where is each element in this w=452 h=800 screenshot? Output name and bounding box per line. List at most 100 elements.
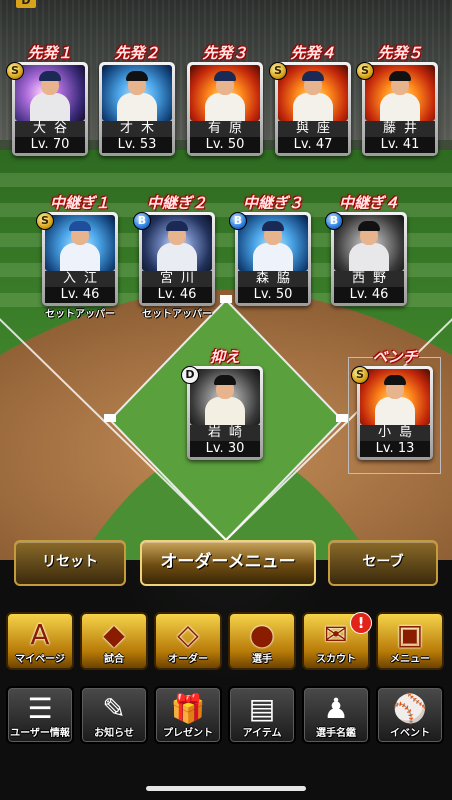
nav-label: オーダー: [168, 654, 208, 665]
player-photo: [365, 65, 435, 121]
rank-badge: S: [351, 366, 369, 384]
role-note: セットアッパー: [45, 309, 115, 320]
player-photo: [278, 65, 348, 121]
player-name: 藤井: [365, 121, 435, 137]
nav-user-info[interactable]: ☰ ユーザー情報: [6, 686, 74, 744]
slot-closer[interactable]: 抑え D 岩崎 Lv. 30: [181, 348, 265, 460]
player-card[interactable]: S 入江 Lv. 46: [36, 212, 118, 306]
player-name: 西野: [334, 271, 404, 287]
player-level: Lv. 47: [278, 137, 348, 153]
player-card[interactable]: B 森脇 Lv. 50: [229, 212, 311, 306]
player-level: Lv. 50: [190, 137, 260, 153]
slot-reliever-1[interactable]: 中継ぎ１ S 入江 Lv. 46 セットアッパー: [36, 194, 120, 321]
nav-present[interactable]: 🎁 プレゼント: [154, 686, 222, 744]
nav-item[interactable]: ▤ アイテム: [228, 686, 296, 744]
player-photo: [190, 369, 260, 425]
nav-players[interactable]: ● 選手: [228, 612, 296, 670]
slot-bench[interactable]: ベンチ S 小島 Lv. 13: [351, 348, 435, 460]
nav-match[interactable]: ◆ 試合: [80, 612, 148, 670]
slot-label: 先発１: [27, 44, 73, 62]
mypage-icon: A: [30, 618, 50, 651]
nav-mypage[interactable]: A マイページ: [6, 612, 74, 670]
player-name: 岩崎: [190, 425, 260, 441]
nav-label: スカウト: [316, 654, 356, 665]
slot-reliever-3[interactable]: 中継ぎ３ B 森脇 Lv. 50: [229, 194, 313, 306]
nav-event[interactable]: ⚾ イベント: [376, 686, 444, 744]
player-card[interactable]: S 小島 Lv. 13: [351, 366, 433, 460]
player-photo: [334, 215, 404, 271]
slot-label: ベンチ: [372, 348, 418, 366]
nav-label: ユーザー情報: [10, 728, 70, 739]
player-photo: [238, 215, 308, 271]
nav-label: メニュー: [390, 654, 430, 665]
player-name: 森脇: [238, 271, 308, 287]
rank-badge: S: [36, 212, 54, 230]
slot-label: 先発２: [114, 44, 160, 62]
player-level: Lv. 46: [334, 287, 404, 303]
stadium-icon: ◆: [103, 618, 125, 651]
order-screen: D 先発１ S 大谷 Lv. 70 先発２ 才木 Lv. 53 先発３ 有原 L…: [0, 0, 452, 800]
player-card[interactable]: S 藤井 Lv. 41: [356, 62, 438, 156]
player-card[interactable]: B 宮川 Lv. 46: [133, 212, 215, 306]
player-card[interactable]: D 岩崎 Lv. 30: [181, 366, 263, 460]
save-button[interactable]: セーブ: [328, 540, 438, 586]
player-level: Lv. 46: [45, 287, 115, 303]
rank-badge: B: [229, 212, 247, 230]
player-name: 入江: [45, 271, 115, 287]
player-card[interactable]: 才木 Lv. 53: [99, 62, 175, 156]
slot-label: 中継ぎ４: [338, 194, 399, 212]
news-icon: ✎: [102, 692, 126, 725]
player-photo: [360, 369, 430, 425]
slot-label: 先発５: [377, 44, 423, 62]
rank-badge: S: [6, 62, 24, 80]
player-card[interactable]: S 大谷 Lv. 70: [6, 62, 88, 156]
slot-label: 中継ぎ２: [146, 194, 207, 212]
player-name: 宮川: [142, 271, 212, 287]
player-level: Lv. 30: [190, 441, 260, 457]
primary-nav: A マイページ ◆ 試合 ◇ オーダー ● 選手 ✉ スカウト ▣ メニュー: [0, 612, 452, 674]
slot-reliever-4[interactable]: 中継ぎ４ B 西野 Lv. 46: [325, 194, 409, 306]
scout-alert-badge: !: [350, 612, 372, 634]
slot-starter-1[interactable]: 先発１ S 大谷 Lv. 70: [6, 44, 90, 156]
order-menu-button[interactable]: オーダーメニュー: [140, 540, 316, 586]
slot-starter-3[interactable]: 先発３ 有原 Lv. 50: [185, 44, 265, 156]
nav-label: 選手: [252, 654, 272, 665]
player-card[interactable]: 有原 Lv. 50: [187, 62, 263, 156]
role-note: セットアッパー: [142, 309, 212, 320]
nav-menu[interactable]: ▣ メニュー: [376, 612, 444, 670]
player-name: 有原: [190, 121, 260, 137]
diamond-icon: ◇: [177, 618, 199, 651]
reset-button[interactable]: リセット: [14, 540, 126, 586]
nav-label: お知らせ: [94, 728, 134, 739]
nav-news[interactable]: ✎ お知らせ: [80, 686, 148, 744]
gift-icon: 🎁: [170, 692, 206, 725]
slot-starter-5[interactable]: 先発５ S 藤井 Lv. 41: [356, 44, 440, 156]
slot-starter-4[interactable]: 先発４ S 與座 Lv. 47: [269, 44, 353, 156]
player-photo: [142, 215, 212, 271]
player-card[interactable]: S 與座 Lv. 47: [269, 62, 351, 156]
player-name: 才木: [102, 121, 172, 137]
item-book-icon: ▤: [248, 692, 276, 725]
player-name: 大谷: [15, 121, 85, 137]
slot-label: 先発３: [202, 44, 248, 62]
nav-player-directory[interactable]: ♟ 選手名鑑: [302, 686, 370, 744]
player-level: Lv. 70: [15, 137, 85, 153]
rank-badge: B: [133, 212, 151, 230]
slot-starter-2[interactable]: 先発２ 才木 Lv. 53: [97, 44, 177, 156]
slot-reliever-2[interactable]: 中継ぎ２ B 宮川 Lv. 46 セットアッパー: [133, 194, 217, 321]
player-level: Lv. 50: [238, 287, 308, 303]
player-level: Lv. 53: [102, 137, 172, 153]
rank-badge: D: [181, 366, 199, 384]
player-name: 與座: [278, 121, 348, 137]
menu-icon: ▣: [396, 618, 424, 651]
nav-order[interactable]: ◇ オーダー: [154, 612, 222, 670]
slot-label: 中継ぎ３: [242, 194, 303, 212]
nav-label: 試合: [104, 654, 124, 665]
nav-label: プレゼント: [163, 728, 213, 739]
slot-label: 抑え: [209, 348, 240, 366]
baseball-icon: ⚾: [392, 692, 428, 725]
player-card[interactable]: B 西野 Lv. 46: [325, 212, 407, 306]
player-level: Lv. 13: [360, 441, 430, 457]
rank-badge: S: [269, 62, 287, 80]
player-level: Lv. 46: [142, 287, 212, 303]
